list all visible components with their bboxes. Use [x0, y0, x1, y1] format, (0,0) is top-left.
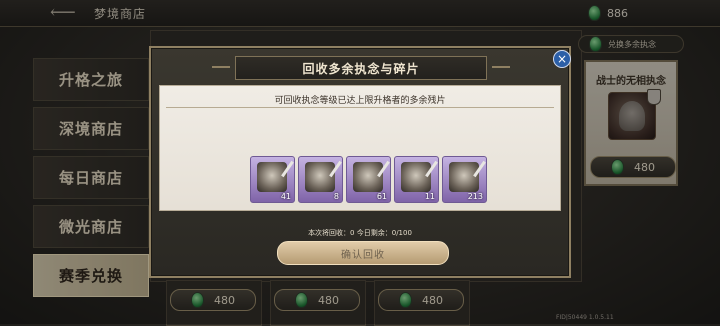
- recycle-stats: 本次将回收：0 今日剩余：0/100: [308, 229, 412, 237]
- recycle-item[interactable]: 11: [394, 156, 439, 203]
- recycle-item[interactable]: 61: [346, 156, 391, 203]
- confirm-recycle-button[interactable]: 确认回收: [277, 241, 449, 265]
- recycle-item[interactable]: 8: [298, 156, 343, 203]
- recycle-item[interactable]: 41: [250, 156, 295, 203]
- modal-subtitle: 可回收执念等级已达上限升格者的多余残片: [274, 96, 446, 106]
- modal-title: 回收多余执念与碎片: [302, 61, 420, 76]
- item-count: 8: [333, 192, 339, 201]
- recycle-item[interactable]: 213: [442, 156, 487, 203]
- recycle-modal: 回收多余执念与碎片 × 可回收执念等级已达上限升格者的多余残片 41 8 61: [149, 46, 571, 278]
- close-icon[interactable]: ×: [553, 50, 571, 68]
- item-count: 61: [376, 192, 387, 201]
- item-count: 11: [424, 192, 435, 201]
- confirm-label: 确认回收: [341, 249, 385, 261]
- modal-content: 可回收执念等级已达上限升格者的多余残片 41 8 61 11 213: [159, 85, 561, 211]
- item-count: 41: [280, 192, 291, 201]
- recycle-items-list: 41 8 61 11 213: [250, 156, 487, 203]
- modal-title-bar: 回收多余执念与碎片: [212, 56, 510, 80]
- divider: [166, 107, 554, 108]
- item-count: 213: [467, 192, 483, 201]
